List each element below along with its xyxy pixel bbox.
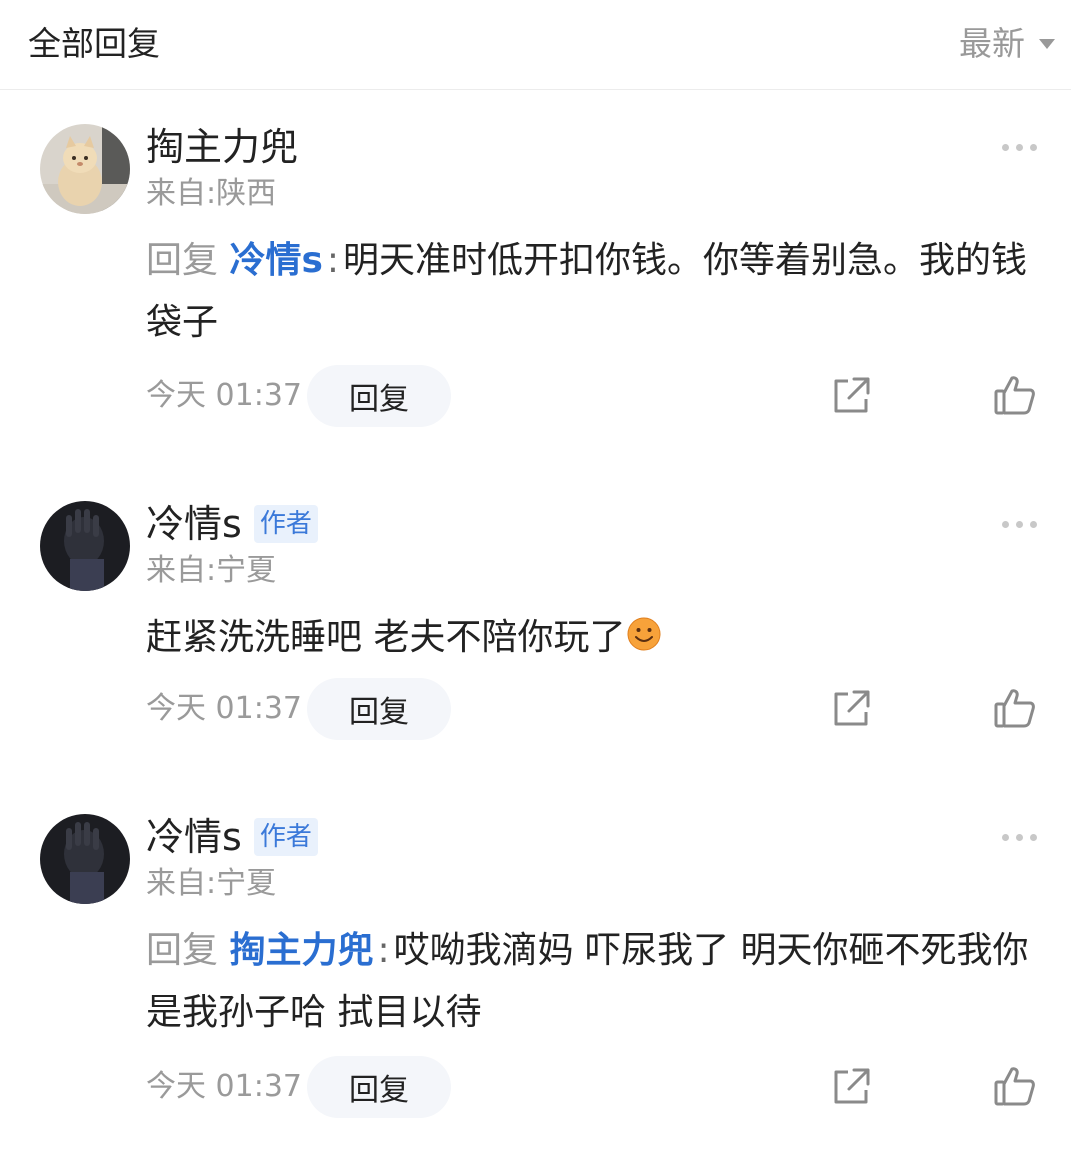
reply-button[interactable]: 回复 — [307, 678, 451, 740]
author-badge: 作者 — [253, 505, 318, 543]
sort-label: 最新 — [959, 24, 1025, 63]
comment-actions: 今天 01:37 回复 — [0, 365, 1071, 427]
comment-actions: 今天 01:37 回复 — [0, 678, 1071, 740]
share-icon[interactable] — [830, 375, 872, 417]
share-icon[interactable] — [830, 688, 872, 730]
reply-prefix: 回复 — [146, 240, 219, 281]
thumbs-up-icon[interactable] — [993, 373, 1037, 417]
author-location: 来自:宁夏 — [146, 553, 277, 588]
smile-emoji-icon — [627, 617, 661, 651]
author-name[interactable]: 冷情s — [146, 812, 242, 862]
mention-separator: : — [326, 240, 340, 281]
avatar[interactable] — [40, 124, 130, 214]
all-replies-title: 全部回复 — [28, 24, 160, 63]
share-icon[interactable] — [830, 1066, 872, 1108]
mention-link[interactable]: 冷情s — [229, 240, 322, 281]
comment-text: 回复 冷情s: 明天准时低开扣你钱。你等着别急。我的钱袋子 — [146, 230, 1046, 354]
dark-hand-avatar-image — [40, 501, 130, 591]
author-row: 冷情s 作者 — [146, 812, 318, 862]
comment-time: 今天 01:37 — [146, 691, 302, 726]
mention-separator: : — [377, 930, 390, 971]
author-row: 掏主力兜 — [146, 122, 298, 172]
thumbs-up-icon[interactable] — [993, 1064, 1037, 1108]
reply-prefix: 回复 — [146, 930, 219, 971]
mention-link[interactable]: 掏主力兜 — [229, 930, 373, 971]
author-name[interactable]: 掏主力兜 — [146, 122, 298, 172]
comment-text: 赶紧洗洗睡吧 老夫不陪你玩了 — [146, 607, 1046, 669]
author-row: 冷情s 作者 — [146, 499, 318, 549]
author-name[interactable]: 冷情s — [146, 499, 242, 549]
comment-time: 今天 01:37 — [146, 1069, 302, 1104]
comment-actions: 今天 01:37 回复 — [0, 1056, 1071, 1118]
author-location: 来自:宁夏 — [146, 866, 277, 901]
caret-down-icon — [1039, 39, 1055, 49]
comment-list-header: 全部回复 最新 — [0, 0, 1071, 90]
comment-body: 赶紧洗洗睡吧 老夫不陪你玩了 — [146, 617, 626, 658]
more-dots-icon[interactable] — [1002, 144, 1037, 151]
sort-dropdown[interactable]: 最新 — [959, 22, 1055, 66]
more-dots-icon[interactable] — [1002, 834, 1037, 841]
thumbs-up-icon[interactable] — [993, 686, 1037, 730]
dark-hand-avatar-image — [40, 814, 130, 904]
author-badge: 作者 — [253, 818, 318, 856]
comment-time: 今天 01:37 — [146, 378, 302, 413]
comment-text: 回复 掏主力兜: 哎呦我滴妈 吓尿我了 明天你砸不死我你是我孙子哈 拭目以待 — [146, 920, 1046, 1044]
more-dots-icon[interactable] — [1002, 521, 1037, 528]
avatar[interactable] — [40, 501, 130, 591]
avatar[interactable] — [40, 814, 130, 904]
reply-button[interactable]: 回复 — [307, 1056, 451, 1118]
author-location: 来自:陕西 — [146, 176, 277, 211]
reply-button[interactable]: 回复 — [307, 365, 451, 427]
cat-avatar-image — [40, 124, 130, 214]
